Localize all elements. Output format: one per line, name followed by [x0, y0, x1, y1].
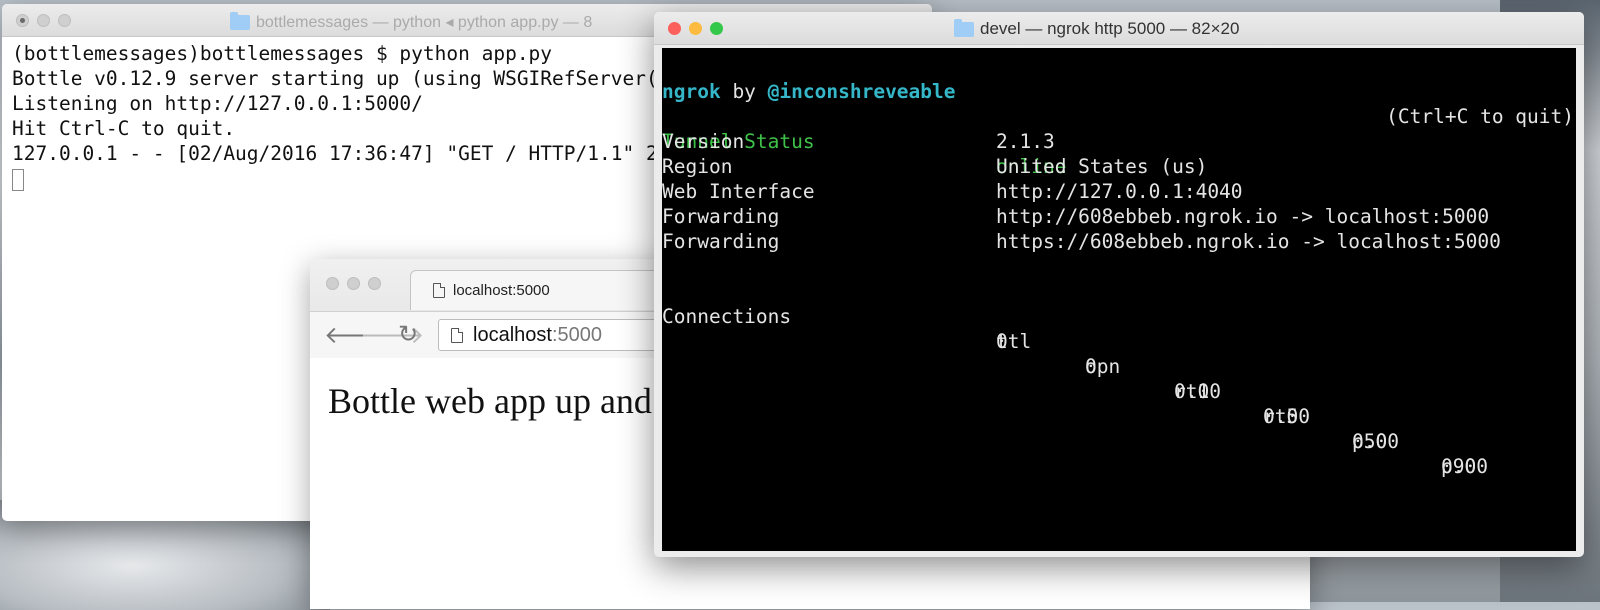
info-row: Version 2.1.3 — [662, 129, 1576, 154]
metric-value: 0.00 — [1441, 455, 1488, 478]
close-icon[interactable] — [668, 22, 681, 35]
metric-value: 0.00 — [1352, 430, 1399, 453]
minimize-icon[interactable] — [37, 14, 50, 27]
terminal1-title-text: bottlemessages — python ◂ python app.py … — [256, 14, 593, 31]
ngrok-header: ngrok by @inconshreveable (Ctrl+C to qui… — [662, 54, 1576, 128]
metric-value: 0 — [996, 330, 1008, 353]
info-label: Region — [662, 155, 733, 178]
metric-value: 0 — [1085, 355, 1097, 378]
reload-icon[interactable]: ↻ — [398, 320, 418, 349]
terminal2-title: devel — ngrok http 5000 — 82×20 — [954, 18, 1240, 39]
terminal1-window-controls — [16, 14, 71, 27]
info-row: Forwarding https://608ebbeb.ngrok.io -> l… — [662, 229, 1576, 254]
terminal2-window-controls — [668, 22, 723, 35]
folder-icon — [230, 11, 250, 30]
metric-value: 0.00 — [1174, 380, 1221, 403]
minimize-icon[interactable] — [347, 277, 360, 290]
close-icon[interactable] — [326, 277, 339, 290]
metric-value: 0.00 — [1263, 405, 1310, 428]
terminal2-titlebar[interactable]: devel — ngrok http 5000 — 82×20 — [654, 12, 1584, 45]
zoom-icon[interactable] — [368, 277, 381, 290]
url-host: localhost — [473, 323, 552, 346]
zoom-icon[interactable] — [58, 14, 71, 27]
minimize-icon[interactable] — [689, 22, 702, 35]
info-label: Forwarding — [662, 205, 780, 228]
url-port: :5000 — [551, 323, 602, 346]
close-icon[interactable] — [16, 14, 29, 27]
info-row: Region United States (us) — [662, 154, 1576, 179]
terminal1-title: bottlemessages — python ◂ python app.py … — [230, 11, 593, 32]
info-value: http://608ebbeb.ngrok.io -> localhost:50… — [996, 205, 1490, 228]
zoom-icon[interactable] — [710, 22, 723, 35]
terminal2-title-text: devel — ngrok http 5000 — 82×20 — [980, 19, 1240, 38]
page-icon — [433, 283, 445, 298]
terminal2-output[interactable]: ngrok by @inconshreveable (Ctrl+C to qui… — [662, 48, 1576, 551]
info-value: 2.1.3 — [996, 130, 1055, 153]
terminal-window-ngrok[interactable]: devel — ngrok http 5000 — 82×20 ngrok by… — [654, 12, 1584, 557]
terminal-cursor — [12, 168, 24, 191]
page-icon — [451, 327, 463, 343]
folder-icon — [954, 18, 974, 37]
connections-header-row: Connections ttl opn rt1 rt5 p50 p90 — [662, 279, 1576, 478]
info-row: Forwarding http://608ebbeb.ngrok.io -> lo… — [662, 204, 1576, 229]
browser-tab[interactable]: localhost:5000 — [410, 270, 670, 310]
tunnel-status-row: Tunnel Status online — [662, 104, 1576, 178]
connections-values-row: 0 0 0.00 0.00 0.00 0.00 — [662, 304, 1576, 478]
info-value: United States (us) — [996, 155, 1208, 178]
tab-title: localhost:5000 — [453, 282, 550, 299]
info-value: https://608ebbeb.ngrok.io -> localhost:5… — [996, 230, 1501, 253]
info-label: Forwarding — [662, 230, 780, 253]
info-label: Version — [662, 130, 745, 153]
info-label: Web Interface — [662, 180, 815, 203]
browser-window-controls — [326, 277, 381, 290]
info-row: Web Interface http://127.0.0.1:4040 — [662, 179, 1576, 204]
info-value: http://127.0.0.1:4040 — [996, 180, 1243, 203]
